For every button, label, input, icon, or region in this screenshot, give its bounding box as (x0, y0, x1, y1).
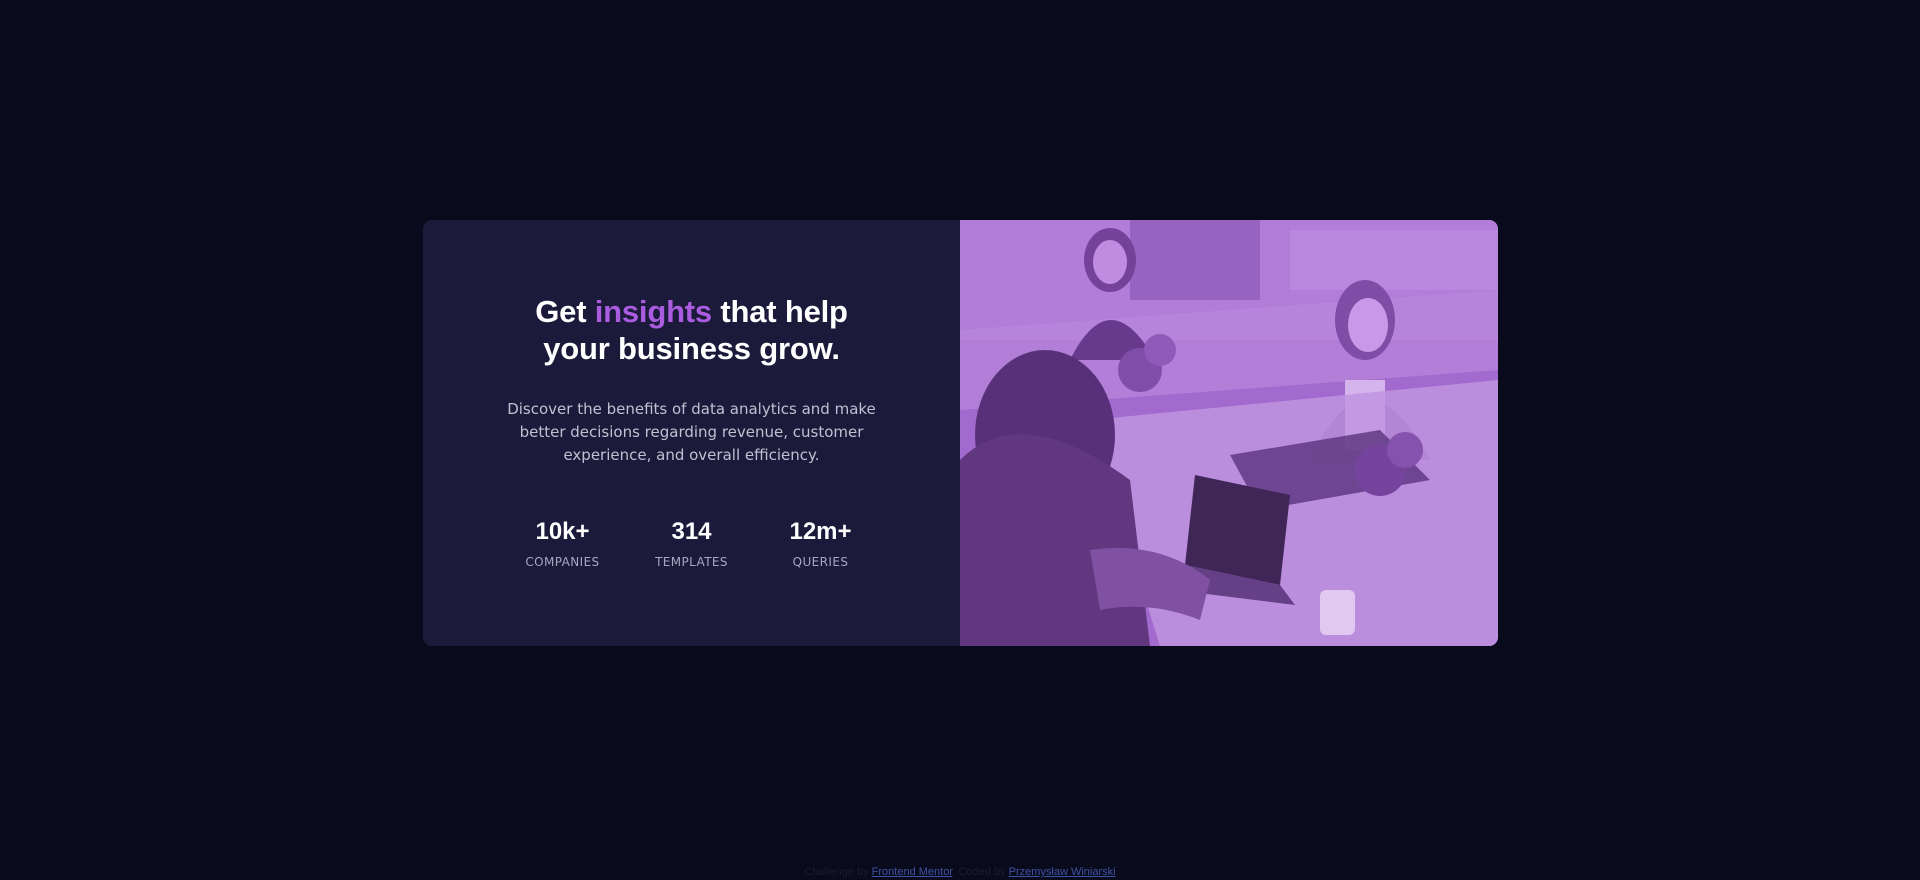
headline-accent: insights (594, 294, 712, 329)
page: Get insights that help your business gro… (0, 0, 1920, 880)
headline: Get insights that help your business gro… (423, 293, 960, 367)
stat-value: 314 (671, 518, 712, 545)
card-text-panel: Get insights that help your business gro… (423, 220, 960, 646)
attribution-prefix: Challenge by (804, 866, 872, 878)
stat-label: COMPANIES (525, 555, 600, 569)
stat-label: TEMPLATES (655, 555, 728, 569)
stat-value: 10k+ (535, 518, 590, 545)
office-photo-icon (960, 220, 1498, 646)
attribution-middle: . Coded by (952, 866, 1009, 878)
stats-preview-card: Get insights that help your business gro… (423, 220, 1498, 646)
stat-label: QUERIES (792, 555, 849, 569)
stat-companies: 10k+ COMPANIES (498, 518, 627, 569)
headline-part1: Get (535, 294, 595, 329)
stat-queries: 12m+ QUERIES (756, 518, 885, 569)
stat-value: 12m+ (789, 518, 852, 545)
headline-part2: that help (711, 294, 848, 329)
office-photo (960, 220, 1498, 646)
headline-line2: your business grow. (543, 331, 840, 366)
attribution-footer: Challenge by Frontend Mentor. Coded by P… (0, 866, 1920, 878)
author-link[interactable]: Przemysław Winiarski (1009, 866, 1116, 878)
frontend-mentor-link[interactable]: Frontend Mentor (872, 866, 953, 878)
lead-paragraph: Discover the benefits of data analytics … (507, 400, 876, 464)
stats-row: 10k+ COMPANIES 314 TEMPLATES 12m+ QUERIE… (423, 518, 960, 569)
stat-templates: 314 TEMPLATES (627, 518, 756, 569)
